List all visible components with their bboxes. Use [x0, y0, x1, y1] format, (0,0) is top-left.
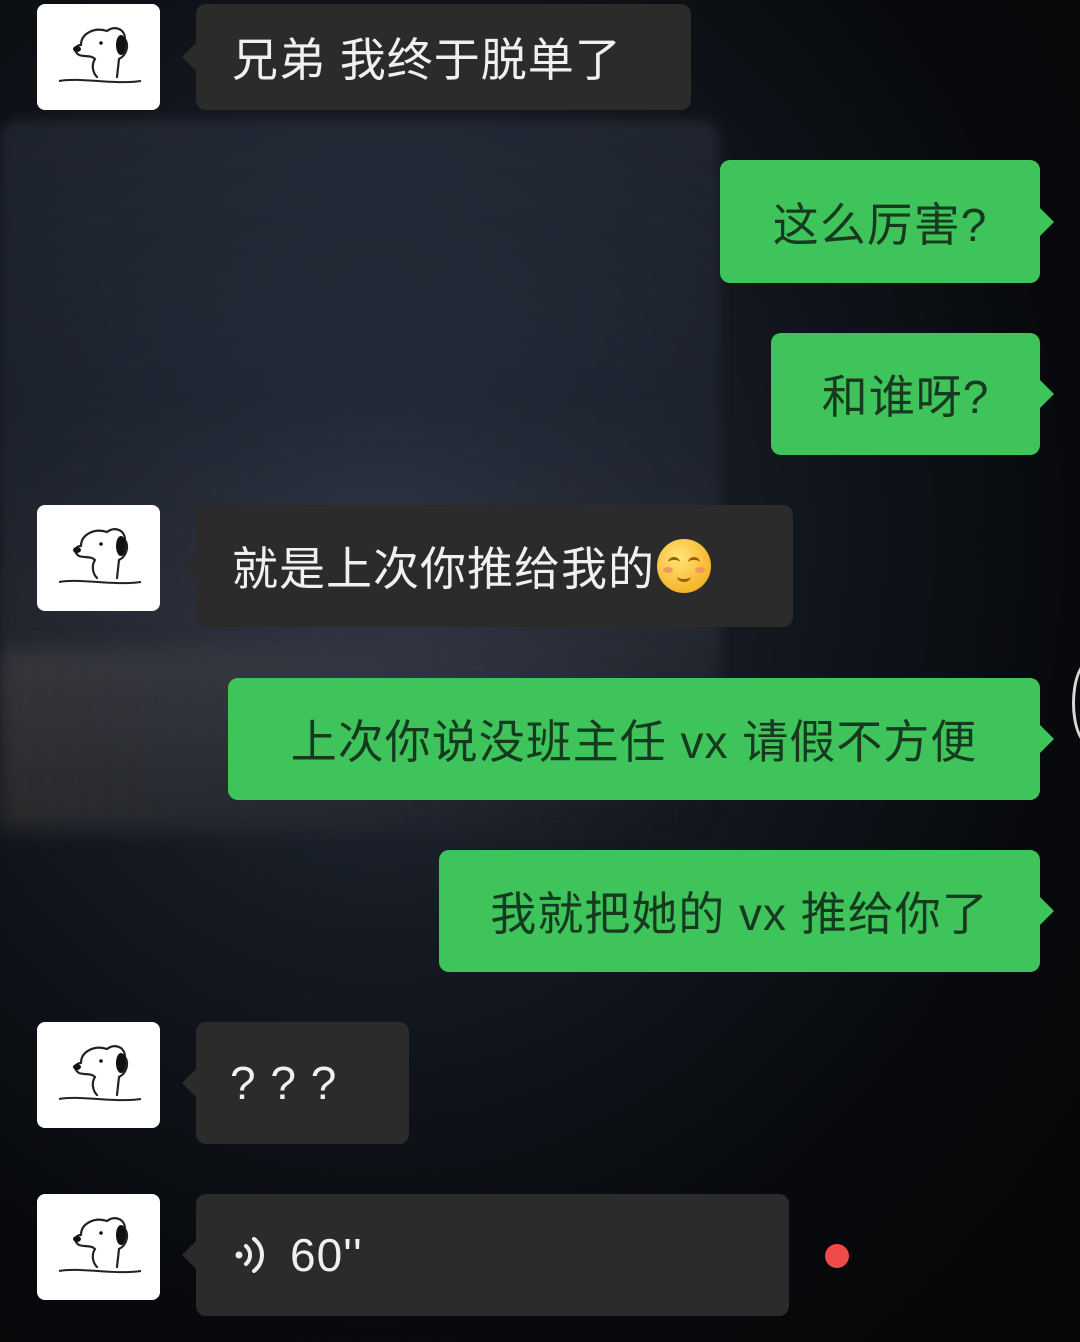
message-text: 这么厉害?	[772, 198, 988, 251]
message-text: 和谁呀?	[821, 371, 990, 423]
shy-smile-emoji	[657, 539, 711, 593]
message-text: ? ? ?	[230, 1057, 338, 1109]
message-bubble-outgoing[interactable]: 和谁呀?	[771, 333, 1054, 455]
unread-dot	[825, 1244, 849, 1268]
contact-avatar[interactable]	[37, 4, 160, 110]
message-text: 兄弟 我终于脱单了	[232, 34, 622, 86]
message-bubble-incoming[interactable]: ? ? ?	[182, 1022, 409, 1144]
snoopy-avatar-icon	[58, 528, 141, 585]
contact-avatar[interactable]	[37, 1194, 160, 1300]
message-bubble-incoming[interactable]: 就是上次你推给我的	[182, 505, 793, 627]
message-bubble-outgoing[interactable]: 上次你说没班主任 vx 请假不方便	[228, 678, 1054, 800]
snoopy-avatar-icon	[58, 1045, 141, 1102]
snoopy-avatar-icon	[58, 1217, 141, 1274]
message-text: 就是上次你推给我的	[232, 543, 655, 595]
edge-button-arc	[1072, 660, 1080, 746]
message-bubble-outgoing[interactable]: 我就把她的 vx 推给你了	[439, 850, 1054, 972]
message-text: 上次你说没班主任 vx 请假不方便	[290, 716, 978, 768]
contact-avatar[interactable]	[37, 505, 160, 611]
message-bubble-incoming[interactable]: 兄弟 我终于脱单了	[182, 4, 691, 110]
voice-duration: 60''	[290, 1229, 363, 1281]
voice-wave-icon	[234, 1235, 268, 1275]
voice-message-bubble[interactable]: 60''	[182, 1194, 789, 1316]
message-text: 我就把她的 vx 推给你了	[490, 888, 989, 940]
message-bubble-outgoing[interactable]: 这么厉害?	[720, 160, 1054, 283]
contact-avatar[interactable]	[37, 1022, 160, 1128]
snoopy-avatar-icon	[58, 27, 141, 84]
